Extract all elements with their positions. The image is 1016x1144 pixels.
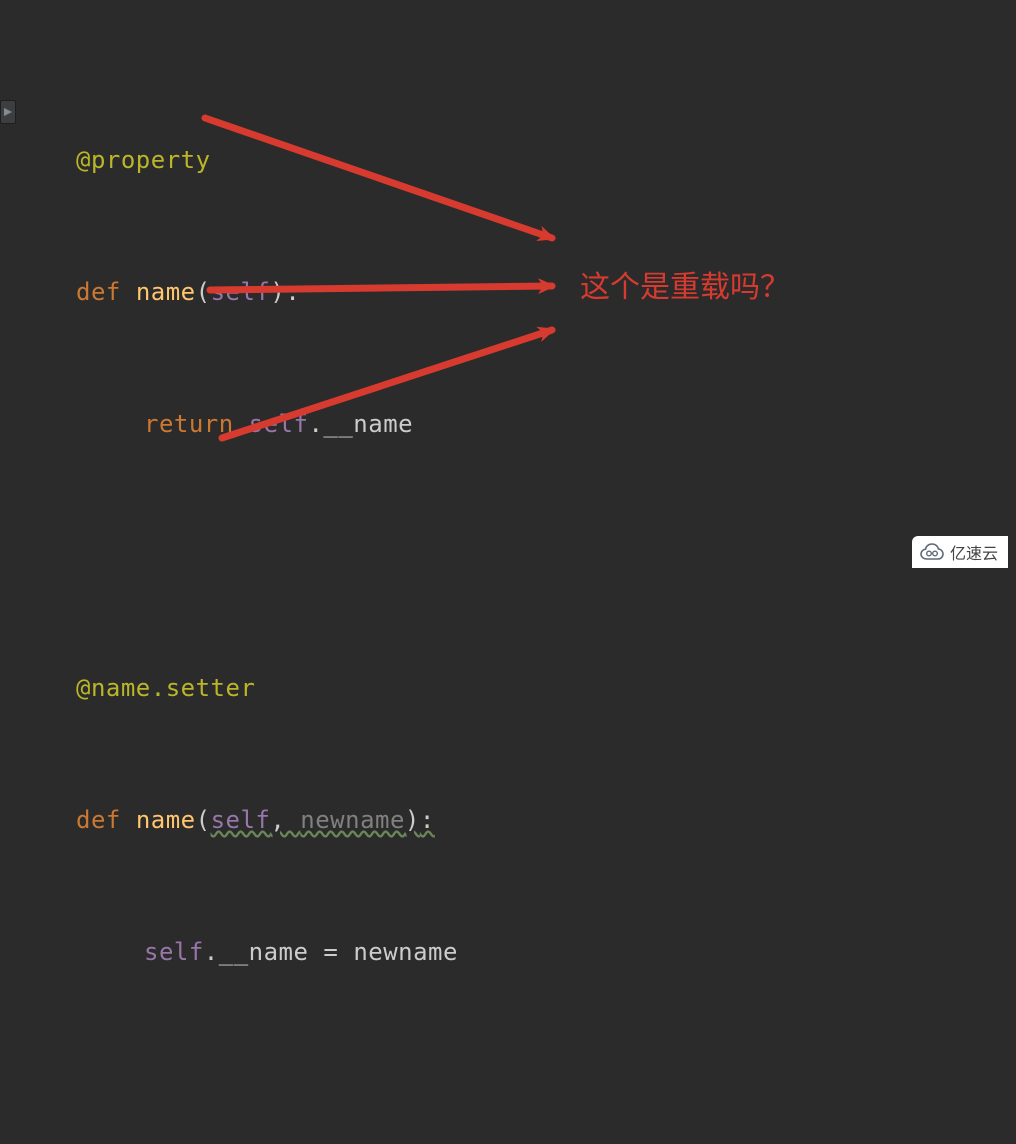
- self-param: self: [211, 270, 271, 314]
- annotation-text: 这个是重载吗？: [580, 262, 790, 306]
- comma: ,: [270, 798, 300, 842]
- fold-marker-icon[interactable]: [0, 100, 16, 124]
- paren-open: (: [196, 270, 211, 314]
- paren-close: ): [270, 270, 285, 314]
- blank-line: [76, 534, 458, 578]
- code-line: def name(self):: [76, 270, 458, 314]
- code-editor[interactable]: @property def name(self): return self.__…: [0, 0, 1016, 572]
- attr-name: __name: [219, 930, 309, 974]
- code-line: @name.setter: [76, 666, 458, 710]
- cloud-icon: [920, 543, 944, 561]
- function-name: name: [136, 798, 196, 842]
- attr-name: __name: [323, 402, 413, 446]
- blank-line: [76, 1062, 458, 1106]
- keyword-def: def: [76, 270, 121, 314]
- watermark: 亿速云: [912, 536, 1008, 568]
- watermark-text: 亿速云: [950, 540, 998, 564]
- code-line: def name(self, newname):: [76, 798, 458, 842]
- dot: .: [308, 402, 323, 446]
- paren-open: (: [196, 798, 211, 842]
- decorator: @name.setter: [76, 666, 255, 710]
- assign: =: [308, 930, 353, 974]
- function-name: name: [136, 270, 196, 314]
- colon: :: [420, 798, 435, 842]
- param-newname: newname: [300, 798, 405, 842]
- colon: :: [285, 270, 300, 314]
- gutter: [0, 0, 14, 572]
- param-ref: newname: [353, 930, 458, 974]
- code-line: self.__name = newname: [76, 930, 458, 974]
- self-ref: self: [144, 930, 204, 974]
- keyword-def: def: [76, 798, 121, 842]
- decorator: @property: [76, 138, 211, 182]
- paren-close: ): [405, 798, 420, 842]
- self-ref: self: [249, 402, 309, 446]
- code-line: return self.__name: [76, 402, 458, 446]
- dot: .: [204, 930, 219, 974]
- code-block: @property def name(self): return self.__…: [76, 50, 458, 1144]
- code-line: @property: [76, 138, 458, 182]
- keyword-return: return: [144, 402, 234, 446]
- self-param: self: [211, 798, 271, 842]
